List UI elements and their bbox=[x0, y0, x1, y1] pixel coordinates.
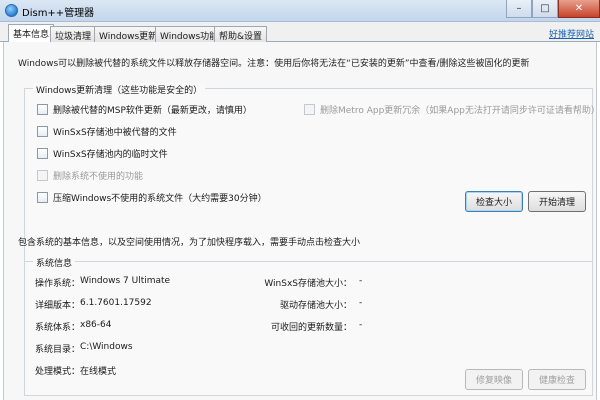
driver-store-value: - bbox=[359, 298, 363, 308]
winsxs-size-label: WinSxS存储池大小： bbox=[264, 279, 352, 289]
checkbox[interactable] bbox=[37, 104, 48, 115]
arch-value: x86-64 bbox=[80, 320, 112, 330]
tab-help-settings[interactable]: 帮助&设置 bbox=[214, 26, 268, 42]
health-check-button[interactable]: 健康检查 bbox=[528, 369, 586, 390]
close-button[interactable]: ✕ bbox=[558, 0, 600, 18]
window-title: Dism++管理器 bbox=[22, 8, 95, 19]
mode-value: 在线模式 bbox=[80, 367, 117, 377]
recommend-site-link[interactable]: 好推荐网站 bbox=[549, 27, 594, 40]
checkbox[interactable] bbox=[37, 192, 48, 203]
mode-label: 处理模式： bbox=[35, 367, 81, 377]
option-winsxs-temp[interactable]: WinSxS存储池内的临时文件 bbox=[37, 147, 168, 160]
option-winsxs-superseded[interactable]: WinSxS存储池中被代替的文件 bbox=[37, 125, 177, 138]
system-info-title: 系统信息 bbox=[33, 256, 76, 269]
arch-label: 系统体系： bbox=[35, 323, 81, 333]
reclaimable-updates-value: - bbox=[359, 320, 363, 330]
checkbox[interactable] bbox=[37, 126, 48, 137]
option-label: 删除系统不使用的功能 bbox=[53, 172, 144, 182]
check-size-button[interactable]: 检查大小 bbox=[465, 191, 523, 212]
update-cleanup-title: Windows更新清理（这些功能是安全的） bbox=[33, 83, 206, 96]
reclaimable-updates-label: 可收回的更新数量： bbox=[270, 323, 352, 333]
start-cleanup-button[interactable]: 开始清理 bbox=[528, 191, 586, 212]
tab-windows-update[interactable]: Windows更新 bbox=[94, 26, 163, 42]
title-bar: Dism++管理器 – □ ✕ bbox=[0, 0, 600, 22]
minimize-button[interactable]: – bbox=[506, 0, 532, 18]
winsxs-size-value: - bbox=[359, 276, 363, 286]
option-compress-system-files[interactable]: 压缩Windows不使用的系统文件（大约需要30分钟） bbox=[37, 191, 267, 204]
option-label: 删除被代替的MSP软件更新（最新更改，请慎用） bbox=[53, 106, 252, 116]
option-label: 压缩Windows不使用的系统文件（大约需要30分钟） bbox=[53, 194, 267, 204]
maximize-button[interactable]: □ bbox=[532, 0, 558, 18]
option-label: WinSxS存储池中被代替的文件 bbox=[53, 128, 177, 138]
tab-junk-cleanup[interactable]: 垃圾清理 bbox=[50, 26, 97, 42]
option-label: 删除Metro App更新冗余（如果App无法打开请同步许可证请看帮助） bbox=[320, 106, 600, 116]
cleanup-notice: Windows可以删除被代替的系统文件以释放存储器空间。注意：使用后你将无法在“… bbox=[18, 59, 530, 69]
system-dir-label: 系统目录： bbox=[35, 345, 81, 355]
system-dir-value: C:\Windows bbox=[80, 342, 133, 352]
tab-strip: 基本信息 垃圾清理 Windows更新 Windows功能 帮助&设置 好推荐网… bbox=[0, 22, 600, 43]
checkbox bbox=[37, 170, 48, 181]
os-label: 操作系统： bbox=[35, 279, 81, 289]
version-label: 详细版本： bbox=[35, 301, 81, 311]
version-value: 6.1.7601.17592 bbox=[80, 298, 152, 308]
driver-store-label: 驱动存储池大小： bbox=[279, 301, 352, 311]
system-info-group: 系统信息 操作系统： Windows 7 Ultimate 详细版本： 6.1.… bbox=[24, 256, 593, 396]
option-label: WinSxS存储池内的临时文件 bbox=[53, 150, 168, 160]
tab-windows-features[interactable]: Windows功能 bbox=[155, 26, 224, 42]
os-value: Windows 7 Ultimate bbox=[80, 276, 171, 286]
option-metro-app-redundancy: 删除Metro App更新冗余（如果App无法打开请同步许可证请看帮助） bbox=[304, 103, 600, 116]
option-remove-unused-features: 删除系统不使用的功能 bbox=[37, 169, 143, 182]
repair-image-button[interactable]: 修复映像 bbox=[465, 369, 523, 390]
option-delete-msp-updates[interactable]: 删除被代替的MSP软件更新（最新更改，请慎用） bbox=[37, 103, 252, 116]
tab-basic-info[interactable]: 基本信息 bbox=[8, 24, 55, 43]
basic-info-panel: Windows可以删除被代替的系统文件以释放存储器空间。注意：使用后你将无法在“… bbox=[3, 42, 600, 400]
checkbox bbox=[304, 104, 315, 115]
checkbox[interactable] bbox=[37, 148, 48, 159]
basic-info-hint: 包含系统的基本信息，以及空间使用情况，为了加快程序载入，需要手动点击检查大小 bbox=[18, 238, 361, 248]
app-icon bbox=[5, 4, 18, 17]
window-controls: – □ ✕ bbox=[506, 0, 600, 18]
